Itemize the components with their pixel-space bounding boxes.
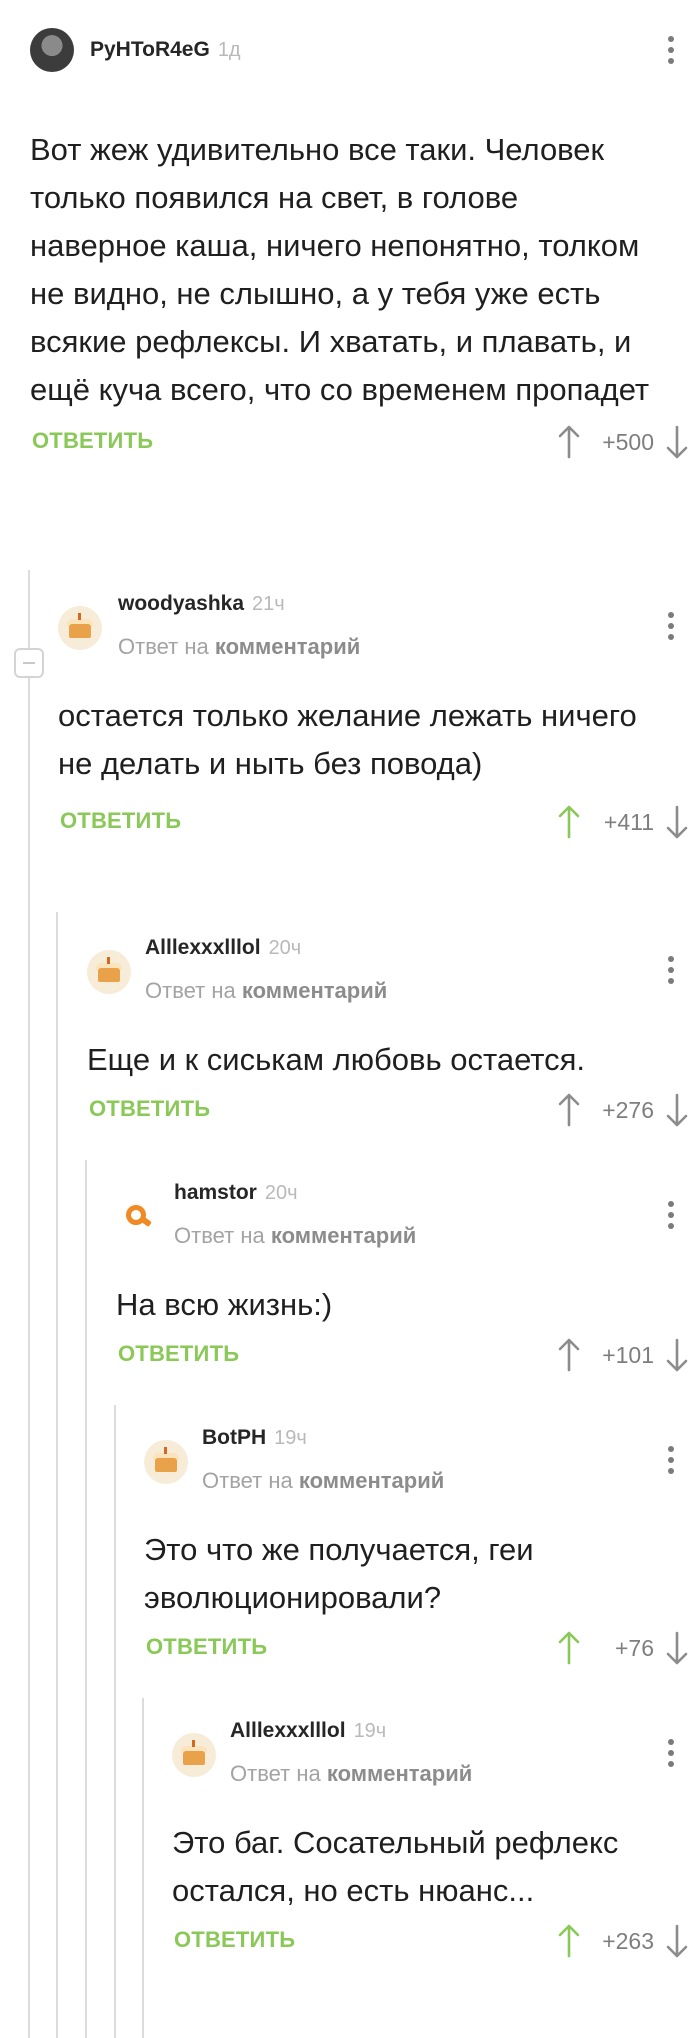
comment-text: Еще и к сиськам любовь остается. bbox=[87, 1042, 586, 1077]
upvote-icon[interactable] bbox=[558, 424, 580, 460]
user-avatar[interactable] bbox=[30, 28, 74, 72]
comment: hamstor 20ч Ответ на комментарий На всю ж… bbox=[116, 1177, 700, 1389]
comment-time: 19ч bbox=[353, 1720, 387, 1742]
thread-line[interactable] bbox=[142, 1698, 144, 2038]
author-name[interactable]: Alllexxxlllol bbox=[230, 1719, 346, 1742]
reply-to-link[interactable]: Ответ на комментарий bbox=[118, 634, 360, 660]
comment: PyHToR4eG 1д Вот жеж удивительно все таки… bbox=[30, 28, 700, 476]
author-name[interactable]: hamstor bbox=[174, 1181, 257, 1204]
more-options-icon[interactable] bbox=[668, 36, 674, 66]
upvote-icon[interactable] bbox=[558, 1092, 580, 1128]
comment-author[interactable]: PyHToR4eG 1д bbox=[90, 38, 241, 62]
cake-avatar-icon[interactable] bbox=[172, 1733, 216, 1777]
vote-block: +76 bbox=[558, 1626, 688, 1670]
rating-score: +101 bbox=[602, 1341, 654, 1368]
reply-button[interactable]: ОТВЕТИТЬ bbox=[32, 428, 153, 454]
more-options-icon[interactable] bbox=[668, 1446, 674, 1476]
comment-time: 19ч bbox=[274, 1427, 307, 1449]
comment: Alllexxxlllol 19ч Ответ на комментарий Эт… bbox=[172, 1715, 700, 1975]
upvote-icon[interactable] bbox=[558, 1630, 580, 1666]
rating-score: +411 bbox=[603, 808, 654, 835]
upvote-icon[interactable] bbox=[558, 804, 580, 840]
thread-line[interactable] bbox=[28, 570, 30, 2038]
rating-score: +500 bbox=[602, 428, 654, 455]
comment-text: остается только желание лежать ничего не… bbox=[58, 698, 637, 781]
reply-to-link[interactable]: Ответ на комментарий bbox=[230, 1761, 472, 1787]
more-options-icon[interactable] bbox=[668, 612, 674, 642]
rating-score: +276 bbox=[602, 1096, 654, 1123]
author-name[interactable]: PyHToR4eG bbox=[90, 38, 210, 61]
reply-button[interactable]: ОТВЕТИТЬ bbox=[174, 1927, 295, 1953]
downvote-icon[interactable] bbox=[666, 1923, 688, 1959]
more-options-icon[interactable] bbox=[668, 1739, 674, 1769]
author-name[interactable]: BotPH bbox=[202, 1426, 266, 1449]
comment-text: Это баг. Сосательный рефлекс остался, но… bbox=[172, 1825, 619, 1908]
upvote-icon[interactable] bbox=[558, 1923, 580, 1959]
vote-block: +411 bbox=[558, 800, 688, 844]
comment-text: Вот жеж удивительно все таки. Человек то… bbox=[30, 132, 650, 407]
cake-avatar-icon[interactable] bbox=[58, 606, 102, 650]
comment-time: 20ч bbox=[264, 1182, 298, 1204]
reply-button[interactable]: ОТВЕТИТЬ bbox=[146, 1634, 267, 1660]
comment-time: 1д bbox=[217, 39, 241, 61]
comment-time: 20ч bbox=[268, 937, 302, 959]
downvote-icon[interactable] bbox=[666, 1092, 688, 1128]
comment-text: На всю жизнь:) bbox=[116, 1287, 333, 1322]
thread-line[interactable] bbox=[56, 912, 58, 2038]
thread-line[interactable] bbox=[114, 1405, 116, 2038]
comment-time: 21ч bbox=[252, 593, 285, 615]
reply-to-link[interactable]: Ответ на комментарий bbox=[174, 1223, 416, 1249]
vote-block: +500 bbox=[558, 420, 688, 464]
vote-block: +263 bbox=[558, 1919, 688, 1963]
rating-score: +263 bbox=[602, 1927, 654, 1954]
downvote-icon[interactable] bbox=[666, 424, 688, 460]
vote-block: +276 bbox=[558, 1088, 688, 1132]
reply-button[interactable]: ОТВЕТИТЬ bbox=[89, 1096, 210, 1122]
downvote-icon[interactable] bbox=[666, 804, 688, 840]
downvote-icon[interactable] bbox=[666, 1630, 688, 1666]
comment-thread: PyHToR4eG 1д Вот жеж удивительно все таки… bbox=[0, 0, 700, 2038]
collapse-thread-button[interactable] bbox=[14, 648, 44, 678]
author-name[interactable]: Alllexxxlllol bbox=[145, 936, 261, 959]
reply-to-link[interactable]: Ответ на комментарий bbox=[202, 1468, 444, 1494]
comment-text: Это что же получается, геи эволюциониров… bbox=[144, 1532, 534, 1615]
more-options-icon[interactable] bbox=[668, 1201, 674, 1231]
rating-score: +76 bbox=[614, 1634, 654, 1661]
author-name[interactable]: woodyashka bbox=[118, 592, 244, 615]
cake-avatar-icon[interactable] bbox=[87, 950, 131, 994]
comment: BotPH 19ч Ответ на комментарий Это что же… bbox=[144, 1422, 700, 1682]
vote-block: +101 bbox=[558, 1333, 688, 1377]
comment: Alllexxxlllol 20ч Ответ на комментарий Ещ… bbox=[87, 932, 700, 1144]
reply-button[interactable]: ОТВЕТИТЬ bbox=[118, 1341, 239, 1367]
comment: woodyashka 21ч Ответ на комментарий остае… bbox=[58, 588, 700, 856]
upvote-icon[interactable] bbox=[558, 1337, 580, 1373]
reply-button[interactable]: ОТВЕТИТЬ bbox=[60, 808, 181, 834]
cake-avatar-icon[interactable] bbox=[144, 1440, 188, 1484]
reply-to-link[interactable]: Ответ на комментарий bbox=[145, 978, 387, 1004]
more-options-icon[interactable] bbox=[668, 956, 674, 986]
pikabu-logo-icon[interactable] bbox=[116, 1195, 160, 1239]
thread-line[interactable] bbox=[85, 1160, 87, 2038]
downvote-icon[interactable] bbox=[666, 1337, 688, 1373]
